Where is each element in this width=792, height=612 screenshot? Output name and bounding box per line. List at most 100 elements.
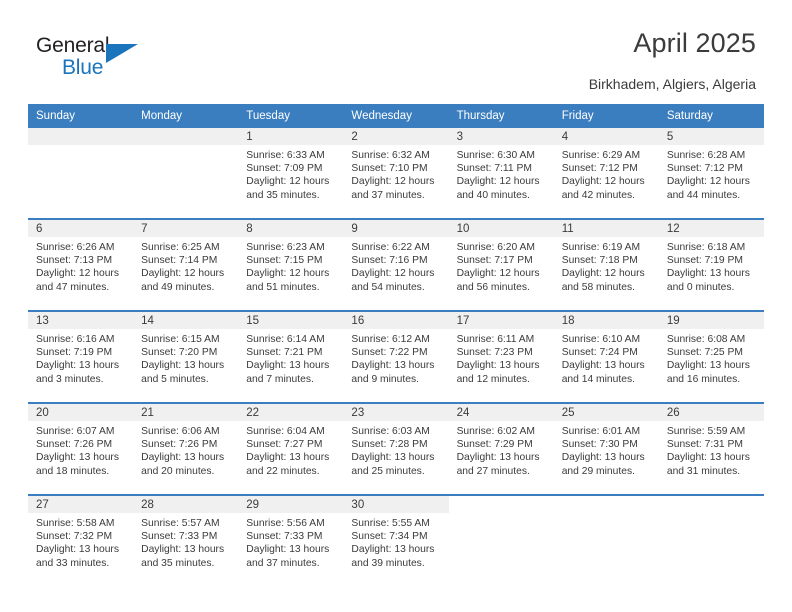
calendar-day-cell[interactable]: 13 Sunrise: 6:16 AM Sunset: 7:19 PM Dayligh… [28,311,134,403]
calendar-day-cell[interactable]: 6 Sunrise: 6:26 AM Sunset: 7:13 PM Daylight… [28,219,134,311]
sunset-text: Sunset: 7:17 PM [456,255,533,267]
sunrise-text: Sunrise: 6:12 AM [351,334,430,345]
sunset-text: Sunset: 7:14 PM [141,255,218,267]
sunset-text: Sunset: 7:16 PM [351,255,428,267]
daylight-text-line2: and 0 minutes. [666,281,735,293]
calendar-day-cell[interactable]: 23 Sunrise: 6:03 AM Sunset: 7:28 PM Dayligh… [343,403,449,495]
sunrise-text: Sunrise: 6:30 AM [456,150,535,161]
day-number: 15 [238,312,344,329]
day-number: 14 [133,312,239,329]
daylight-text-line1: Daylight: 12 hours [561,176,645,188]
calendar-day-cell[interactable]: 21 Sunrise: 6:06 AM Sunset: 7:26 PM Dayligh… [133,403,239,495]
calendar-day-cell[interactable]: 29 Sunrise: 5:56 AM Sunset: 7:33 PM Dayligh… [238,495,344,586]
day-number: 18 [553,312,659,329]
calendar-day-cell[interactable]: 17 Sunrise: 6:11 AM Sunset: 7:23 PM Dayligh… [448,311,554,403]
calendar-day-cell[interactable]: 24 Sunrise: 6:02 AM Sunset: 7:29 PM Dayligh… [448,403,554,495]
day-cell-inner: 24 Sunrise: 6:02 AM Sunset: 7:29 PM Dayligh… [448,404,554,494]
day-sun-info: Sunrise: 6:29 AM Sunset: 7:12 PM Daylight:… [554,145,659,202]
day-cell-inner: 18 Sunrise: 6:10 AM Sunset: 7:24 PM Dayligh… [553,312,659,402]
day-sun-info: Sunrise: 6:07 AM Sunset: 7:26 PM Daylight:… [28,421,133,478]
daylight-text-line2: and 16 minutes. [666,373,741,385]
sunrise-text: Sunrise: 6:26 AM [36,242,115,253]
calendar-day-cell[interactable]: 30 Sunrise: 5:55 AM Sunset: 7:34 PM Dayligh… [343,495,449,586]
daylight-text-line2: and 14 minutes. [561,373,635,385]
sunrise-text: Sunrise: 6:25 AM [141,242,220,253]
weekday-header-tuesday: Tuesday [238,104,344,128]
daylight-text-line2: and 33 minutes. [36,557,110,569]
calendar-day-cell[interactable]: 12 Sunrise: 6:18 AM Sunset: 7:19 PM Dayligh… [658,219,764,311]
daylight-text-line1: Daylight: 12 hours [456,268,540,280]
day-sun-info: Sunrise: 6:15 AM Sunset: 7:20 PM Daylight:… [133,329,238,386]
calendar-day-cell[interactable]: 2 Sunrise: 6:32 AM Sunset: 7:10 PM Daylight… [343,128,449,219]
day-cell-inner [448,496,554,586]
sunset-text: Sunset: 7:19 PM [36,347,113,359]
day-sun-info: Sunrise: 5:59 AM Sunset: 7:31 PM Daylight:… [659,421,764,478]
calendar-day-cell[interactable]: 15 Sunrise: 6:14 AM Sunset: 7:21 PM Dayligh… [238,311,344,403]
sunrise-text: Sunrise: 6:11 AM [456,334,535,345]
daylight-text-line1: Daylight: 12 hours [351,176,435,188]
daylight-text-line1: Daylight: 13 hours [666,360,750,372]
calendar-day-cell[interactable]: 22 Sunrise: 6:04 AM Sunset: 7:27 PM Dayligh… [238,403,344,495]
calendar-day-cell[interactable]: 11 Sunrise: 6:19 AM Sunset: 7:18 PM Dayligh… [553,219,659,311]
sunset-text: Sunset: 7:09 PM [246,163,323,175]
calendar-day-cell[interactable]: 19 Sunrise: 6:08 AM Sunset: 7:25 PM Dayligh… [658,311,764,403]
calendar-day-cell[interactable]: 20 Sunrise: 6:07 AM Sunset: 7:26 PM Dayligh… [28,403,134,495]
day-number [133,128,239,145]
day-cell-inner [658,496,764,586]
daylight-text-line2: and 20 minutes. [141,465,215,477]
calendar-day-cell[interactable]: 3 Sunrise: 6:30 AM Sunset: 7:11 PM Daylight… [448,128,554,219]
daylight-text-line1: Daylight: 12 hours [456,176,540,188]
sunset-text: Sunset: 7:12 PM [561,163,638,175]
calendar-week-row: 27 Sunrise: 5:58 AM Sunset: 7:32 PM Dayligh… [28,495,764,586]
day-sun-info: Sunrise: 5:55 AM Sunset: 7:34 PM Daylight:… [343,513,448,570]
daylight-text-line1: Daylight: 12 hours [141,268,225,280]
daylight-text-line1: Daylight: 13 hours [456,360,540,372]
daylight-text-line2: and 39 minutes. [351,557,425,569]
daylight-text-line1: Daylight: 13 hours [246,360,330,372]
sunrise-text: Sunrise: 6:28 AM [666,150,746,161]
calendar-day-cell[interactable]: 28 Sunrise: 5:57 AM Sunset: 7:33 PM Dayligh… [133,495,239,586]
day-number: 12 [658,220,764,237]
calendar-day-cell[interactable]: 8 Sunrise: 6:23 AM Sunset: 7:15 PM Daylight… [238,219,344,311]
calendar-day-cell[interactable]: 10 Sunrise: 6:20 AM Sunset: 7:17 PM Dayligh… [448,219,554,311]
daylight-text-line1: Daylight: 13 hours [351,452,435,464]
daylight-text-line1: Daylight: 13 hours [351,360,435,372]
calendar-day-cell[interactable]: 9 Sunrise: 6:22 AM Sunset: 7:16 PM Daylight… [343,219,449,311]
calendar-week-row: 20 Sunrise: 6:07 AM Sunset: 7:26 PM Dayligh… [28,403,764,495]
sunset-text: Sunset: 7:23 PM [456,347,533,359]
day-number: 2 [343,128,449,145]
calendar-day-cell[interactable]: 26 Sunrise: 5:59 AM Sunset: 7:31 PM Dayligh… [658,403,764,495]
sunset-text: Sunset: 7:20 PM [141,347,218,359]
day-cell-inner: 10 Sunrise: 6:20 AM Sunset: 7:17 PM Dayligh… [448,220,554,310]
weekday-header-friday: Friday [553,104,659,128]
calendar-day-cell[interactable]: 27 Sunrise: 5:58 AM Sunset: 7:32 PM Dayligh… [28,495,134,586]
calendar-day-cell[interactable]: 7 Sunrise: 6:25 AM Sunset: 7:14 PM Daylight… [133,219,239,311]
day-sun-info: Sunrise: 6:26 AM Sunset: 7:13 PM Daylight:… [28,237,133,294]
day-cell-inner: 13 Sunrise: 6:16 AM Sunset: 7:19 PM Dayligh… [28,312,134,402]
day-number: 3 [448,128,554,145]
daylight-text-line1: Daylight: 12 hours [561,268,645,280]
general-blue-logo[interactable]: General Blue [36,34,156,82]
day-sun-info: Sunrise: 6:12 AM Sunset: 7:22 PM Daylight:… [343,329,448,386]
day-number [28,128,134,145]
calendar-day-cell[interactable]: 14 Sunrise: 6:15 AM Sunset: 7:20 PM Dayligh… [133,311,239,403]
day-sun-info: Sunrise: 6:10 AM Sunset: 7:24 PM Daylight:… [554,329,659,386]
calendar-day-cell[interactable]: 5 Sunrise: 6:28 AM Sunset: 7:12 PM Daylight… [658,128,764,219]
calendar-week-row: 1 Sunrise: 6:33 AM Sunset: 7:09 PM Daylight… [28,128,764,219]
sunrise-text: Sunrise: 6:02 AM [456,426,535,437]
day-sun-info: Sunrise: 6:01 AM Sunset: 7:30 PM Daylight:… [554,421,659,478]
weekday-header-wednesday: Wednesday [343,104,449,128]
calendar-day-cell[interactable]: 18 Sunrise: 6:10 AM Sunset: 7:24 PM Dayligh… [553,311,659,403]
calendar-day-cell[interactable]: 1 Sunrise: 6:33 AM Sunset: 7:09 PM Daylight… [238,128,344,219]
day-number: 17 [448,312,554,329]
daylight-text-line2: and 42 minutes. [561,189,635,201]
calendar-day-cell[interactable]: 4 Sunrise: 6:29 AM Sunset: 7:12 PM Daylight… [553,128,659,219]
calendar-day-cell[interactable]: 16 Sunrise: 6:12 AM Sunset: 7:22 PM Dayligh… [343,311,449,403]
logo-text-general: General [36,34,110,57]
sunrise-text: Sunrise: 6:03 AM [351,426,430,437]
day-sun-info: Sunrise: 6:20 AM Sunset: 7:17 PM Daylight:… [449,237,554,294]
sunrise-text: Sunrise: 6:19 AM [561,242,641,253]
day-sun-info: Sunrise: 6:16 AM Sunset: 7:19 PM Daylight:… [28,329,133,386]
day-number: 6 [28,220,134,237]
calendar-day-cell[interactable]: 25 Sunrise: 6:01 AM Sunset: 7:30 PM Dayligh… [553,403,659,495]
